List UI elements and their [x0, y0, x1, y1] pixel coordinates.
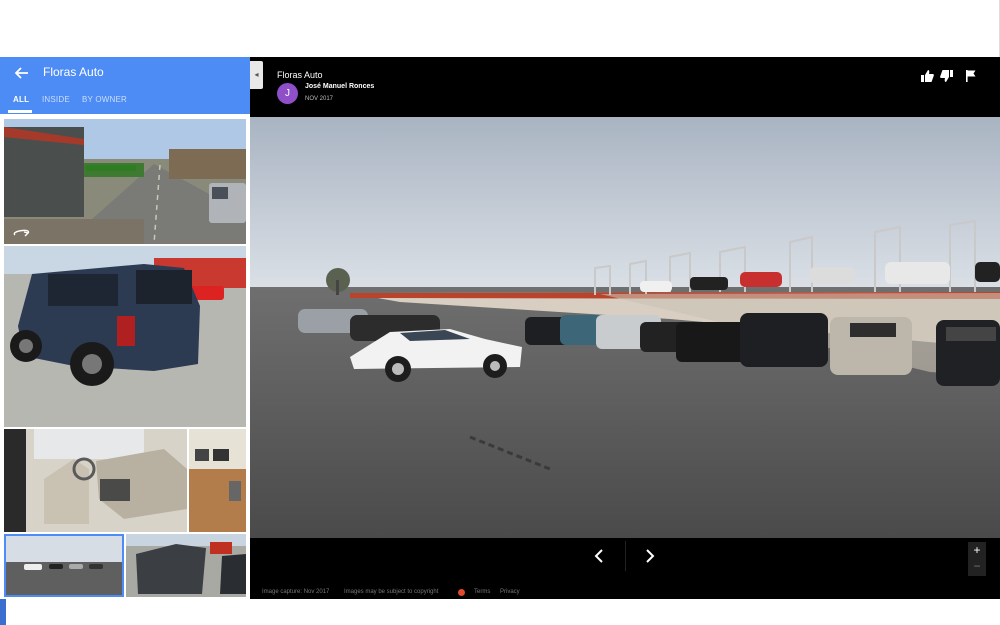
capture-date: Image capture: Nov 2017: [262, 589, 330, 595]
author-name[interactable]: José Manuel Ronces: [305, 83, 374, 90]
zoom-control: + −: [968, 542, 986, 576]
google-logo-icon: [458, 589, 465, 596]
avatar[interactable]: J: [277, 83, 298, 104]
zoom-in-button[interactable]: +: [968, 542, 986, 559]
chevron-right-icon[interactable]: [639, 547, 659, 565]
bottom-accent: [0, 599, 6, 625]
terms-link[interactable]: Terms: [474, 589, 490, 595]
thumbnail-interior[interactable]: [4, 429, 187, 532]
photo-viewer: ◂ Floras Auto J José Manuel Ronces NOV 2…: [250, 57, 1000, 599]
tab-all[interactable]: ALL: [13, 95, 29, 104]
photo-date: NOV 2017: [305, 96, 334, 102]
tab-inside[interactable]: INSIDE: [42, 95, 70, 104]
bottom-strip: [0, 599, 1000, 625]
thumbnail-blue-suv[interactable]: [4, 246, 246, 427]
top-strip: [0, 0, 1000, 57]
pano-icon: [13, 229, 30, 237]
thumbnail-minivan[interactable]: [126, 534, 246, 597]
photo-tabs: ALL INSIDE BY OWNER: [0, 95, 250, 114]
maps-photo-viewer: Floras Auto ALL INSIDE BY OWNER ◂ Floras…: [0, 0, 1000, 625]
chevron-left-icon[interactable]: [590, 547, 610, 565]
thumbnail-street-view[interactable]: [4, 119, 246, 244]
thumbnail-office[interactable]: [189, 429, 246, 532]
viewer-title: Floras Auto: [277, 70, 323, 80]
thumbs-up-icon[interactable]: [920, 69, 934, 83]
nav-divider: [625, 541, 626, 571]
tab-underline: [8, 110, 32, 113]
thumbnail-car-lot[interactable]: [4, 534, 124, 597]
privacy-link[interactable]: Privacy: [500, 589, 520, 595]
copyright-notice: Images may be subject to copyright: [344, 589, 439, 595]
collapse-panel-button[interactable]: ◂: [250, 61, 263, 89]
thumbs-down-icon[interactable]: [940, 69, 954, 83]
sidebar-title: Floras Auto: [43, 65, 104, 79]
back-arrow-icon[interactable]: [12, 63, 32, 83]
main-photo[interactable]: [250, 117, 1000, 538]
sidebar-header: Floras Auto ALL INSIDE BY OWNER: [0, 57, 250, 114]
flag-icon[interactable]: [964, 69, 978, 83]
tab-by-owner[interactable]: BY OWNER: [82, 95, 127, 104]
zoom-out-button[interactable]: −: [968, 559, 986, 576]
photos-sidebar: Floras Auto ALL INSIDE BY OWNER: [0, 57, 250, 599]
